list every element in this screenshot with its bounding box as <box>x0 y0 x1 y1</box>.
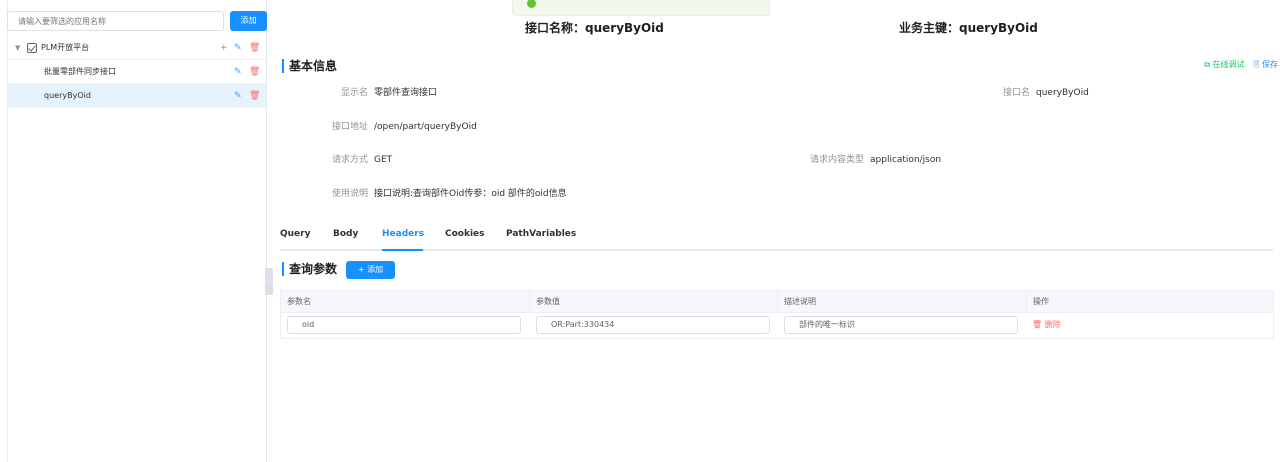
field-key: 显示名 <box>340 88 368 98</box>
param-desc-input[interactable]: 部件的唯一标识 <box>784 316 1018 334</box>
column-header: 操作 <box>1033 297 1049 306</box>
field-key: 请求方式 <box>331 155 368 165</box>
app-tree: ▼ PLM开放平台 + ✎ 🗑 批量零部件同步接口 ✎ 🗑 queryByOid… <box>8 36 266 108</box>
active-tab-indicator <box>382 249 423 251</box>
field-key: 接口地址 <box>331 122 368 132</box>
param-value-input[interactable]: OR:Part:330434 <box>536 316 770 334</box>
app-root: 添加 ▼ PLM开放平台 + ✎ 🗑 批量零部件同步接口 ✎ 🗑 queryBy… <box>0 0 1280 462</box>
tab-cookies[interactable]: Cookies <box>445 229 485 239</box>
field-display-name: 显示名 零部件查询接口 <box>320 87 437 99</box>
column-header: 参数名 <box>281 291 530 313</box>
column-header: 描述说明 <box>778 291 1027 313</box>
sidebar: 添加 ▼ PLM开放平台 + ✎ 🗑 批量零部件同步接口 ✎ 🗑 queryBy… <box>0 0 273 462</box>
delete-param-button[interactable]: 🗑 删除 <box>1032 319 1061 330</box>
online-debug-label: 在线调试 <box>1212 60 1245 69</box>
field-key: 请求内容类型 <box>809 155 864 165</box>
success-toast <box>512 0 770 16</box>
field-method: 请求方式 GET <box>320 154 392 166</box>
section-title-basic-info: 基本信息 <box>282 59 337 73</box>
caret-down-icon[interactable]: ▼ <box>15 36 20 60</box>
delete-label: 删除 <box>1044 320 1061 329</box>
field-value: /open/part/queryByOid <box>374 122 477 132</box>
add-app-button[interactable]: 添加 <box>230 11 267 31</box>
edit-icon[interactable]: ✎ <box>234 36 242 60</box>
table-row: oid OR:Part:330434 部件的唯一标识 🗑 删除 <box>281 313 1273 338</box>
trash-icon: 🗑 <box>1032 320 1043 329</box>
delete-icon[interactable]: 🗑 <box>249 84 260 108</box>
main-content: 接口名称：queryByOid 业务主键：queryByOid 基本信息 ⧉ 在… <box>272 0 1280 462</box>
interface-name-title: 接口名称：queryByOid <box>525 21 664 35</box>
online-debug-link[interactable]: ⧉ 在线调试 <box>1204 60 1244 69</box>
title-row: 接口名称：queryByOid 业务主键：queryByOid <box>272 19 1280 35</box>
tree-node-root[interactable]: ▼ PLM开放平台 + ✎ 🗑 <box>8 36 266 60</box>
tab-pathvariables[interactable]: PathVariables <box>506 229 576 239</box>
table-header: 参数名 参数值 描述说明 操作 <box>281 291 1273 313</box>
tab-body[interactable]: Body <box>333 229 358 239</box>
plus-icon[interactable]: + <box>220 36 228 60</box>
app-filter-input[interactable] <box>7 11 224 31</box>
field-value: queryByOid <box>1036 88 1089 98</box>
save-label: 保存 <box>1262 60 1278 69</box>
save-link[interactable]: 🗎 保存 <box>1253 60 1278 69</box>
tab-query[interactable]: Query <box>280 229 310 239</box>
top-actions: ⧉ 在线调试 🗎 保存 <box>1204 59 1278 73</box>
tree-node-label: PLM开放平台 <box>41 43 90 52</box>
field-value: application/json <box>870 155 942 165</box>
field-usage: 使用说明 接口说明:查询部件Oid传参：oid 部件的oid信息 <box>320 188 567 200</box>
param-name-input[interactable]: oid <box>287 316 521 334</box>
tree-node-child[interactable]: 批量零部件同步接口 ✎ 🗑 <box>8 60 266 84</box>
tree-node-label: 批量零部件同步接口 <box>44 67 116 76</box>
success-icon <box>527 0 536 8</box>
field-value: 零部件查询接口 <box>374 88 438 98</box>
param-tabs: Query Body Headers Cookies PathVariables <box>280 225 1273 251</box>
field-value: GET <box>374 155 393 165</box>
field-key: 接口名 <box>1002 88 1030 98</box>
sidebar-search-row: 添加 <box>7 11 267 31</box>
section-title-query-params: 查询参数 <box>282 262 337 276</box>
params-table: 参数名 参数值 描述说明 操作 oid OR:Part:330434 部件的唯一… <box>280 290 1274 339</box>
business-key-title: 业务主键：queryByOid <box>899 21 1038 35</box>
edit-icon[interactable]: ✎ <box>234 60 242 84</box>
column-header: 参数值 <box>530 291 778 313</box>
field-value: 接口说明:查询部件Oid传参：oid 部件的oid信息 <box>374 189 567 199</box>
add-param-button[interactable]: + 添加 <box>346 261 395 279</box>
checkbox-icon[interactable] <box>27 43 37 53</box>
tree-node-child-selected[interactable]: queryByOid ✎ 🗑 <box>8 84 266 108</box>
delete-icon[interactable]: 🗑 <box>249 60 260 84</box>
field-address: 接口地址/open/part/queryByOid <box>320 121 477 133</box>
field-content-type: 请求内容类型 application/json <box>798 154 941 166</box>
tree-node-label: queryByOid <box>44 91 91 100</box>
delete-icon[interactable]: 🗑 <box>249 36 260 60</box>
field-key: 使用说明 <box>331 189 368 199</box>
edit-icon[interactable]: ✎ <box>234 84 242 108</box>
field-interface-name: 接口名 queryByOid <box>988 87 1089 99</box>
tab-headers[interactable]: Headers <box>382 229 424 239</box>
